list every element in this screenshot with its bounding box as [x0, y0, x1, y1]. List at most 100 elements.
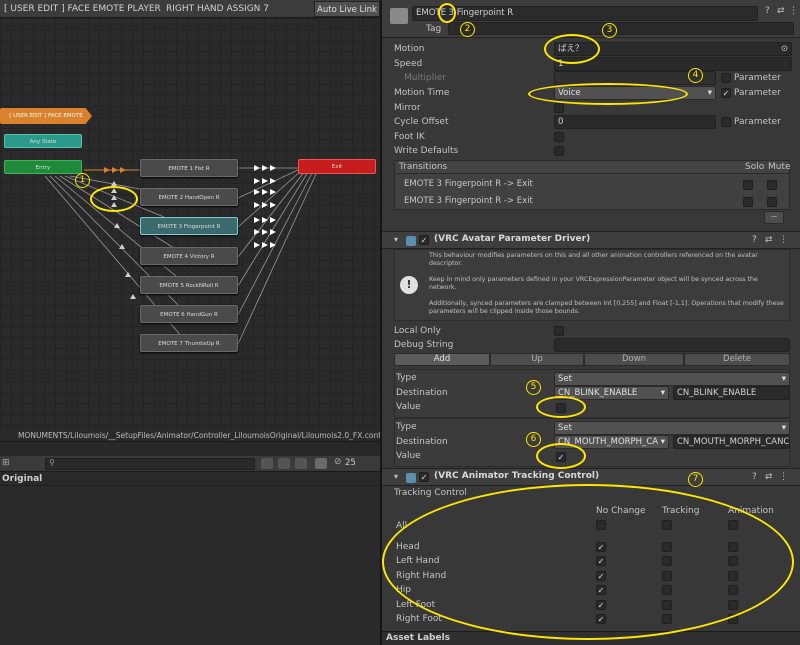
cycle-offset-label: Cycle Offset: [394, 117, 449, 127]
solo-checkbox[interactable]: [743, 197, 753, 207]
help-icon[interactable]: ?: [765, 6, 770, 16]
search-by-type-icon[interactable]: [261, 458, 273, 469]
type-dropdown[interactable]: Set ▾: [554, 421, 790, 435]
local-only-checkbox[interactable]: [554, 326, 564, 336]
local-only-label: Local Only: [394, 326, 441, 336]
annotation-number-1: 1: [75, 173, 90, 188]
menu-icon[interactable]: ⋮: [779, 235, 788, 245]
help-text-1: This behaviour modifies parameters on th…: [429, 252, 758, 267]
help-text-2: Keep in mind only parameters defined in …: [429, 276, 758, 291]
collapse-arrow-icon[interactable]: ▾: [394, 235, 398, 244]
chevron-down-icon: ▾: [707, 88, 712, 98]
enable-checkbox[interactable]: ✓: [419, 235, 429, 245]
favorite-icon[interactable]: [295, 458, 307, 469]
enable-checkbox[interactable]: ✓: [419, 472, 429, 482]
help-icon[interactable]: ?: [752, 472, 757, 482]
project-column-header: Original: [0, 472, 380, 486]
delete-button[interactable]: Delete: [684, 353, 790, 366]
state-node-emote7[interactable]: EMOTE 7 ThumbsUp R: [140, 334, 238, 352]
destination-text-field[interactable]: CN_BLINK_ENABLE: [673, 386, 790, 400]
solo-checkbox[interactable]: [743, 180, 753, 190]
destination-label: Destination: [396, 437, 448, 447]
tag-label: Tag: [426, 24, 442, 34]
write-defaults-checkbox[interactable]: [554, 146, 564, 156]
motion-time-param-checkbox[interactable]: ✓: [721, 88, 731, 98]
state-node-emote3-selected[interactable]: EMOTE 3 Fingerpoint R: [140, 217, 238, 235]
help-text-3: Additionally, synced parameters are clam…: [429, 300, 784, 315]
add-button[interactable]: Add: [394, 353, 490, 366]
mirror-checkbox[interactable]: [554, 103, 564, 113]
state-node-emote2[interactable]: EMOTE 2 HandOpen R: [140, 188, 238, 206]
cycle-offset-field[interactable]: 0: [554, 115, 716, 129]
type-label: Type: [396, 422, 417, 432]
foot-ik-checkbox[interactable]: [554, 132, 564, 142]
write-defaults-label: Write Defaults: [394, 146, 459, 156]
mirror-label: Mirror: [394, 103, 421, 113]
remove-transition-button[interactable]: −: [764, 211, 784, 224]
destination-text-field[interactable]: CN_MOUTH_MORPH_CANC: [673, 435, 790, 449]
star-icon[interactable]: [315, 458, 327, 469]
object-picker-icon[interactable]: ⊙: [781, 43, 788, 55]
breadcrumb-bar: [ USER EDIT ] FACE EMOTE PLAYER RIGHT HA…: [0, 0, 380, 18]
exit-node[interactable]: Exit: [298, 159, 376, 174]
down-button[interactable]: Down: [584, 353, 684, 366]
value-label: Value: [396, 402, 421, 412]
collapse-arrow-icon[interactable]: ▾: [394, 472, 398, 481]
state-name-field[interactable]: EMOTE 3 Fingerpoint R: [412, 6, 758, 21]
animator-graph[interactable]: [ USER EDIT ] FACE EMOTE PLAYER Any Stat…: [0, 18, 380, 430]
asset-path: MONUMENTS/Liloumois/__SetupFiles/Animato…: [0, 430, 380, 442]
visibility-icon[interactable]: ⊘: [334, 457, 342, 467]
tag-field[interactable]: [448, 22, 794, 35]
breadcrumb-layer[interactable]: [ USER EDIT ] FACE EMOTE PLAYER: [4, 0, 161, 18]
state-icon: [390, 8, 408, 24]
tracking-control-title: (VRC Animator Tracking Control): [434, 471, 600, 481]
mute-checkbox[interactable]: [767, 180, 777, 190]
breadcrumb-statemachine[interactable]: RIGHT HAND ASSIGN 7: [166, 0, 269, 18]
part-label-right-foot: Right Foot: [396, 614, 442, 624]
presets-icon[interactable]: ⇄: [777, 6, 785, 16]
foot-ik-label: Foot IK: [394, 132, 425, 142]
help-icon[interactable]: ?: [752, 235, 757, 245]
motion-time-label: Motion Time: [394, 88, 450, 98]
project-search-input[interactable]: ⚲: [45, 458, 255, 470]
presets-icon[interactable]: ⇄: [765, 235, 773, 245]
state-node-emote4[interactable]: EMOTE 4 Victory R: [140, 247, 238, 265]
param-driver-header[interactable]: ▾ ✓ (VRC Avatar Parameter Driver) ? ⇄ ⋮: [382, 231, 800, 249]
annotation-ring-2: [438, 3, 456, 23]
multiplier-param-checkbox[interactable]: [721, 73, 731, 83]
script-icon: [406, 236, 416, 246]
parameter-label-1: Parameter: [734, 73, 781, 83]
transition-row[interactable]: EMOTE 3 Fingerpoint R -> Exit: [394, 177, 790, 192]
menu-icon[interactable]: ⋮: [779, 472, 788, 482]
cycle-offset-param-checkbox[interactable]: [721, 117, 731, 127]
auto-live-link-button[interactable]: Auto Live Link: [314, 1, 380, 17]
transition-row[interactable]: EMOTE 3 Fingerpoint R -> Exit: [394, 194, 790, 209]
parameter-label-2: Parameter: [734, 88, 781, 98]
any-state-node[interactable]: Any State: [4, 134, 82, 148]
menu-icon[interactable]: ⋮: [789, 6, 798, 16]
multiplier-label: Multiplier: [404, 73, 446, 83]
annotation-ring-4: [528, 83, 688, 105]
annotation-number-6: 6: [526, 432, 541, 447]
destination-label: Destination: [396, 388, 448, 398]
entry-node[interactable]: Entry: [4, 160, 82, 174]
annotation-number-3: 3: [602, 23, 617, 38]
debug-string-field[interactable]: [554, 338, 790, 352]
transitions-title: Transitions: [399, 162, 448, 172]
state-node-emote1[interactable]: EMOTE 1 Fist R: [140, 159, 238, 177]
chevron-down-icon: ▾: [660, 437, 665, 447]
state-node-emote6[interactable]: EMOTE 6 HandGun R: [140, 305, 238, 323]
hidden-count: 25: [345, 458, 356, 468]
search-by-label-icon[interactable]: [278, 458, 290, 469]
transition-label: EMOTE 3 Fingerpoint R -> Exit: [404, 179, 533, 189]
up-button[interactable]: Up: [490, 353, 584, 366]
layer-header-node[interactable]: [ USER EDIT ] FACE EMOTE PLAYER: [0, 108, 92, 124]
type-dropdown[interactable]: Set ▾: [554, 372, 790, 386]
presets-icon[interactable]: ⇄: [765, 472, 773, 482]
state-node-emote5[interactable]: EMOTE 5 RockNRoll R: [140, 276, 238, 294]
inspector-panel: EMOTE 3 Fingerpoint R ? ⇄ ⋮ Tag Motion ぱ…: [382, 0, 800, 645]
add-icon[interactable]: ⊞: [2, 458, 10, 468]
annotation-number-4: 4: [688, 68, 703, 83]
search-icon: ⚲: [49, 458, 55, 467]
mute-checkbox[interactable]: [767, 197, 777, 207]
